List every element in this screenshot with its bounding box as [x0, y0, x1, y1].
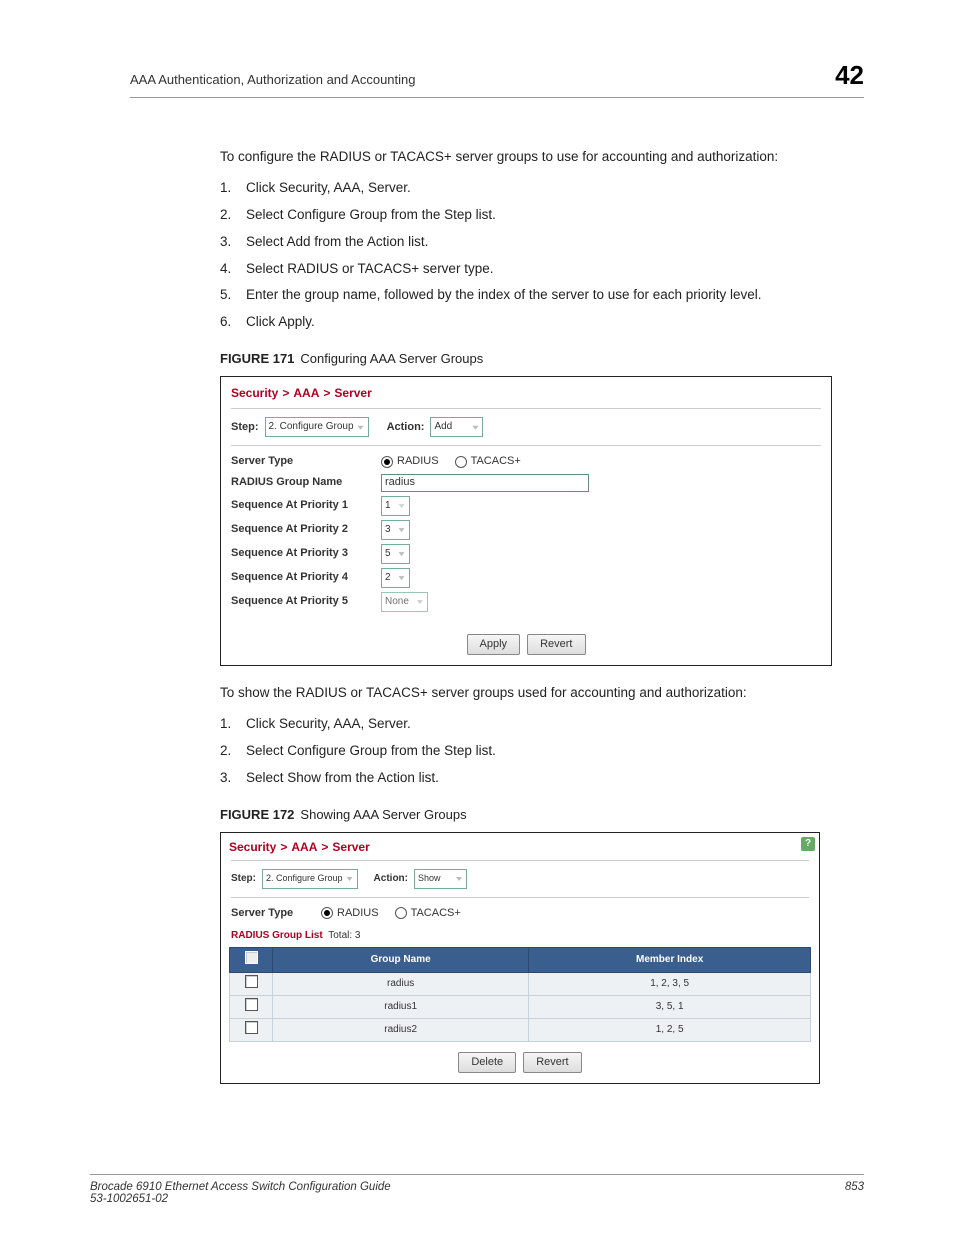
figure-172-label: FIGURE 172Showing AAA Server Groups	[220, 806, 864, 824]
running-header: AAA Authentication, Authorization and Ac…	[130, 60, 864, 98]
group-name-input[interactable]: radius	[381, 474, 589, 492]
revert-button[interactable]: Revert	[523, 1052, 581, 1073]
chapter-number: 42	[835, 60, 864, 91]
col-group-name: Group Name	[273, 947, 529, 972]
apply-button[interactable]: Apply	[467, 634, 521, 655]
footer-page: 853	[845, 1181, 864, 1205]
action-select[interactable]: Show	[414, 869, 467, 889]
server-type-label: Server Type	[231, 906, 321, 921]
figure-171-screenshot: Security>AAA>Server Step: 2. Configure G…	[220, 376, 832, 666]
col-member-index: Member Index	[529, 947, 811, 972]
row-checkbox[interactable]	[245, 1021, 258, 1034]
intro-paragraph-2: To show the RADIUS or TACACS+ server gro…	[220, 684, 864, 703]
help-icon[interactable]: ?	[801, 837, 815, 851]
figure-171-label: FIGURE 171Configuring AAA Server Groups	[220, 350, 864, 368]
seq-5-select[interactable]: None	[381, 592, 428, 612]
figure-172-screenshot: Security>AAA>Server ? Step: 2. Configure…	[220, 832, 820, 1085]
step-text: Enter the group name, followed by the in…	[246, 287, 762, 302]
page-footer: Brocade 6910 Ethernet Access Switch Conf…	[90, 1174, 864, 1205]
steps-list-1: 1.Click Security, AAA, Server. 2.Select …	[220, 179, 864, 332]
tacacs-radio[interactable]	[455, 456, 467, 468]
row-checkbox[interactable]	[245, 998, 258, 1011]
group-table: Group Name Member Index radius1, 2, 3, 5…	[229, 947, 811, 1042]
step-text: Select Show from the Action list.	[246, 770, 439, 785]
list-caption: RADIUS Group List Total: 3	[221, 927, 819, 945]
footer-book: Brocade 6910 Ethernet Access Switch Conf…	[90, 1181, 391, 1193]
group-name-label: RADIUS Group Name	[231, 475, 381, 490]
header-section: AAA Authentication, Authorization and Ac…	[130, 72, 416, 87]
step-text: Click Security, AAA, Server.	[246, 180, 411, 195]
seq-1-select[interactable]: 1	[381, 496, 410, 516]
step-text: Select Configure Group from the Step lis…	[246, 743, 496, 758]
step-label: Step:	[231, 872, 256, 886]
breadcrumb: Security>AAA>Server ?	[221, 833, 819, 860]
action-select[interactable]: Add	[430, 417, 483, 437]
breadcrumb: Security>AAA>Server	[221, 377, 831, 408]
footer-docnum: 53-1002651-02	[90, 1193, 391, 1205]
step-text: Select Add from the Action list.	[246, 234, 428, 249]
table-row: radius13, 5, 1	[230, 995, 811, 1018]
steps-list-2: 1.Click Security, AAA, Server. 2.Select …	[220, 715, 864, 788]
step-select[interactable]: 2. Configure Group	[265, 417, 369, 437]
step-text: Select Configure Group from the Step lis…	[246, 207, 496, 222]
seq-4-select[interactable]: 2	[381, 568, 410, 588]
table-row: radius1, 2, 3, 5	[230, 972, 811, 995]
action-label: Action:	[387, 420, 425, 435]
step-text: Select RADIUS or TACACS+ server type.	[246, 261, 493, 276]
seq-3-select[interactable]: 5	[381, 544, 410, 564]
step-select[interactable]: 2. Configure Group	[262, 869, 358, 889]
tacacs-radio[interactable]	[395, 907, 407, 919]
server-type-label: Server Type	[231, 454, 381, 469]
row-checkbox[interactable]	[245, 975, 258, 988]
step-text: Click Security, AAA, Server.	[246, 716, 411, 731]
table-row: radius21, 2, 5	[230, 1018, 811, 1041]
delete-button[interactable]: Delete	[458, 1052, 516, 1073]
action-label: Action:	[374, 872, 408, 886]
radius-radio[interactable]	[381, 456, 393, 468]
select-all-checkbox[interactable]	[245, 951, 258, 964]
radius-radio[interactable]	[321, 907, 333, 919]
step-text: Click Apply.	[246, 314, 315, 329]
intro-paragraph-1: To configure the RADIUS or TACACS+ serve…	[220, 148, 864, 167]
seq-2-select[interactable]: 3	[381, 520, 410, 540]
revert-button[interactable]: Revert	[527, 634, 585, 655]
step-label: Step:	[231, 420, 259, 435]
